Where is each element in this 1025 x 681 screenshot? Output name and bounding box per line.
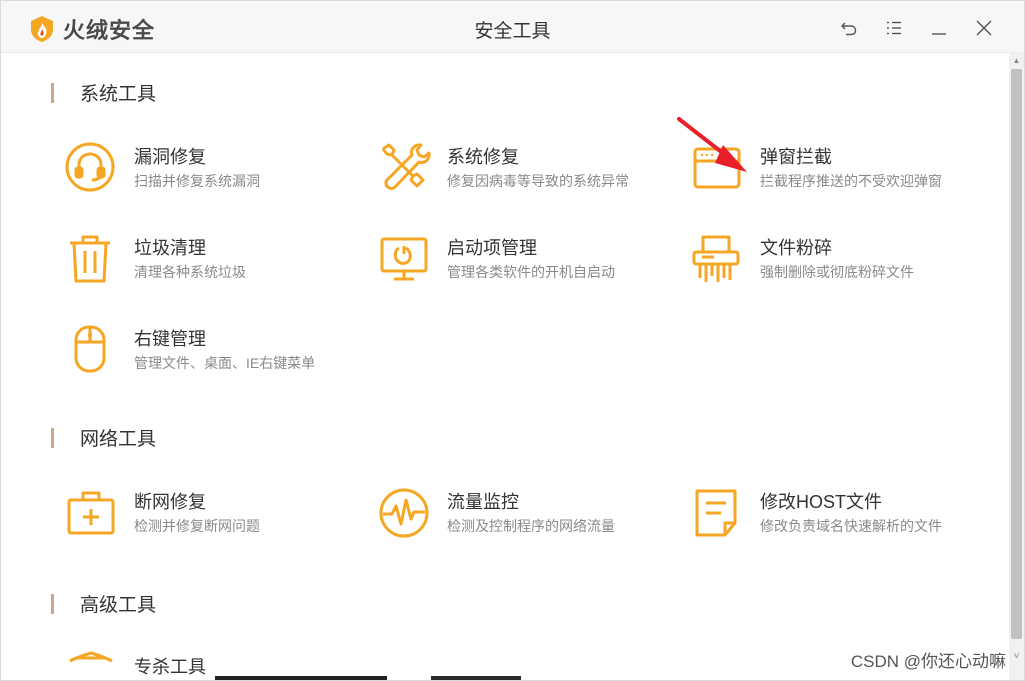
shield-icon (69, 651, 113, 663)
minimize-button[interactable] (916, 15, 961, 41)
tool-title: 文件粉碎 (760, 238, 832, 258)
tool-description: 强制删除或彻底粉碎文件 (760, 264, 914, 280)
tool-description: 管理各类软件的开机自启动 (447, 264, 615, 280)
wrench-screwdriver-icon (381, 143, 431, 190)
tool-title: 修改HOST文件 (760, 492, 883, 512)
tool-description: 修改负责域名快速解析的文件 (760, 518, 942, 534)
section-title: 高级工具 (80, 595, 157, 616)
section-network-tools: 网络工具 (51, 424, 156, 451)
tool-file-shredder[interactable]: 文件粉碎 强制删除或彻底粉碎文件 (690, 232, 990, 292)
tool-traffic-monitor[interactable]: 流量监控 检测及控制程序的网络流量 (377, 486, 677, 546)
section-marker (51, 427, 54, 448)
vertical-scrollbar[interactable]: ▲ ˅ (1009, 53, 1024, 680)
taskbar-fragment (431, 676, 521, 680)
menu-icon (886, 21, 901, 35)
tool-title: 漏洞修复 (134, 147, 206, 167)
tool-system-repair[interactable]: 系统修复 修复因病毒等导致的系统异常 (377, 141, 677, 201)
document-edit-icon (695, 489, 737, 537)
close-button[interactable] (961, 15, 1006, 41)
monitor-power-icon (380, 237, 428, 281)
tool-description: 管理文件、桌面、IE右键菜单 (134, 355, 316, 371)
vulnerability-repair-icon (65, 142, 115, 192)
tool-context-menu-manager[interactable]: 右键管理 管理文件、桌面、IE右键菜单 (64, 323, 364, 383)
tool-title: 启动项管理 (447, 238, 537, 258)
section-system-tools: 系统工具 (51, 79, 156, 106)
tool-description: 检测并修复断网问题 (134, 518, 260, 534)
tool-edit-host-file[interactable]: 修改HOST文件 修改负责域名快速解析的文件 (690, 486, 990, 546)
app-window: 火绒安全 安全工具 系统工具 漏洞修复 扫描并修复系统漏洞 系统修复 修复因病毒… (0, 0, 1025, 681)
tool-title: 专杀工具 (134, 657, 206, 677)
section-title: 系统工具 (80, 84, 157, 105)
trash-bin-icon (70, 235, 110, 283)
minimize-icon (931, 33, 946, 35)
window-controls (826, 15, 1006, 41)
annotation-arrow (677, 117, 747, 172)
tool-network-repair[interactable]: 断网修复 检测并修复断网问题 (64, 486, 364, 546)
section-title: 网络工具 (80, 429, 157, 450)
tool-junk-cleanup[interactable]: 垃圾清理 清理各种系统垃圾 (64, 232, 364, 292)
taskbar-fragment (215, 676, 387, 680)
tool-title: 弹窗拦截 (760, 147, 832, 167)
mouse-icon (74, 325, 106, 373)
tool-description: 拦截程序推送的不受欢迎弹窗 (760, 173, 942, 189)
pulse-monitor-icon (379, 488, 429, 538)
tool-description: 扫描并修复系统漏洞 (134, 173, 260, 189)
tool-vulnerability-repair[interactable]: 漏洞修复 扫描并修复系统漏洞 (64, 141, 364, 201)
section-marker (51, 593, 54, 614)
scroll-thumb[interactable] (1011, 69, 1022, 639)
back-icon (840, 22, 856, 36)
first-aid-kit-icon (67, 491, 115, 535)
section-advanced-tools: 高级工具 (51, 590, 156, 617)
close-icon (975, 20, 992, 36)
watermark: CSDN @你还心动嘛 (850, 652, 1006, 671)
tool-title: 断网修复 (134, 492, 206, 512)
tool-title: 系统修复 (447, 147, 519, 167)
shredder-icon (692, 235, 740, 282)
tool-title: 流量监控 (447, 492, 519, 512)
tool-title: 右键管理 (134, 329, 206, 349)
scroll-up-icon[interactable]: ▲ (1009, 53, 1024, 68)
tool-startup-manager[interactable]: 启动项管理 管理各类软件的开机自启动 (377, 232, 677, 292)
tool-title: 垃圾清理 (134, 238, 206, 258)
tool-description: 清理各种系统垃圾 (134, 264, 246, 280)
title-bar: 火绒安全 安全工具 (1, 1, 1024, 53)
section-marker (51, 82, 54, 103)
back-button[interactable] (826, 15, 871, 41)
scroll-down-icon[interactable]: ˅ (1009, 651, 1024, 666)
tool-description: 修复因病毒等导致的系统异常 (447, 173, 629, 189)
menu-button[interactable] (871, 15, 916, 41)
tools-content: 系统工具 漏洞修复 扫描并修复系统漏洞 系统修复 修复因病毒等导致的系统异常 弹… (1, 53, 1011, 680)
tool-description: 检测及控制程序的网络流量 (447, 518, 615, 534)
